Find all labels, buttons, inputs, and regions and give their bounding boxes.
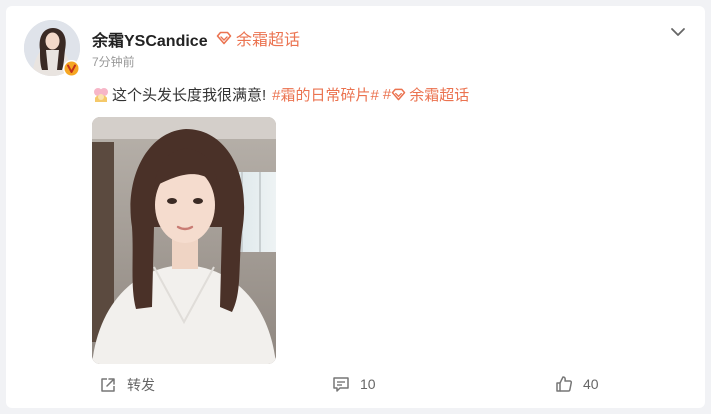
hashtag-link[interactable]: #霜的日常碎片# [272, 84, 379, 105]
comment-button[interactable]: 10 [332, 375, 376, 393]
hashtag-super-topic-label: 余霜超话 [409, 87, 470, 104]
super-topic-link[interactable]: 余霜超话 [216, 26, 300, 50]
like-button[interactable]: 40 [555, 375, 599, 393]
diamond-icon [391, 88, 406, 101]
emoji-icon [94, 87, 108, 102]
diamond-icon [216, 31, 232, 45]
post-photo[interactable] [92, 117, 276, 364]
chevron-down-icon[interactable] [669, 23, 687, 41]
repost-button[interactable]: 转发 [99, 375, 155, 395]
repost-label: 转发 [127, 377, 155, 393]
user-name[interactable]: 余霜YSCandice [92, 27, 208, 51]
like-count: 40 [583, 376, 599, 392]
post-text-body: 这个头发长度我很满意! [112, 87, 267, 104]
hashtag-super-topic-link[interactable]: # 余霜超话 [383, 84, 469, 105]
comment-icon [333, 377, 349, 392]
post-time[interactable]: 7分钟前 [92, 53, 135, 70]
repost-icon [101, 378, 115, 392]
super-topic-label: 余霜超话 [236, 32, 301, 49]
post-text: 这个头发长度我很满意! #霜的日常碎片# # 余霜超话 [92, 84, 469, 105]
thumbs-up-icon [556, 376, 573, 392]
verified-badge-icon [63, 60, 80, 77]
weibo-post-card: 余霜YSCandice 余霜超话 7分钟前 这个头发长度我很满意! #霜的日常碎… [6, 6, 705, 408]
comment-count: 10 [360, 376, 376, 392]
